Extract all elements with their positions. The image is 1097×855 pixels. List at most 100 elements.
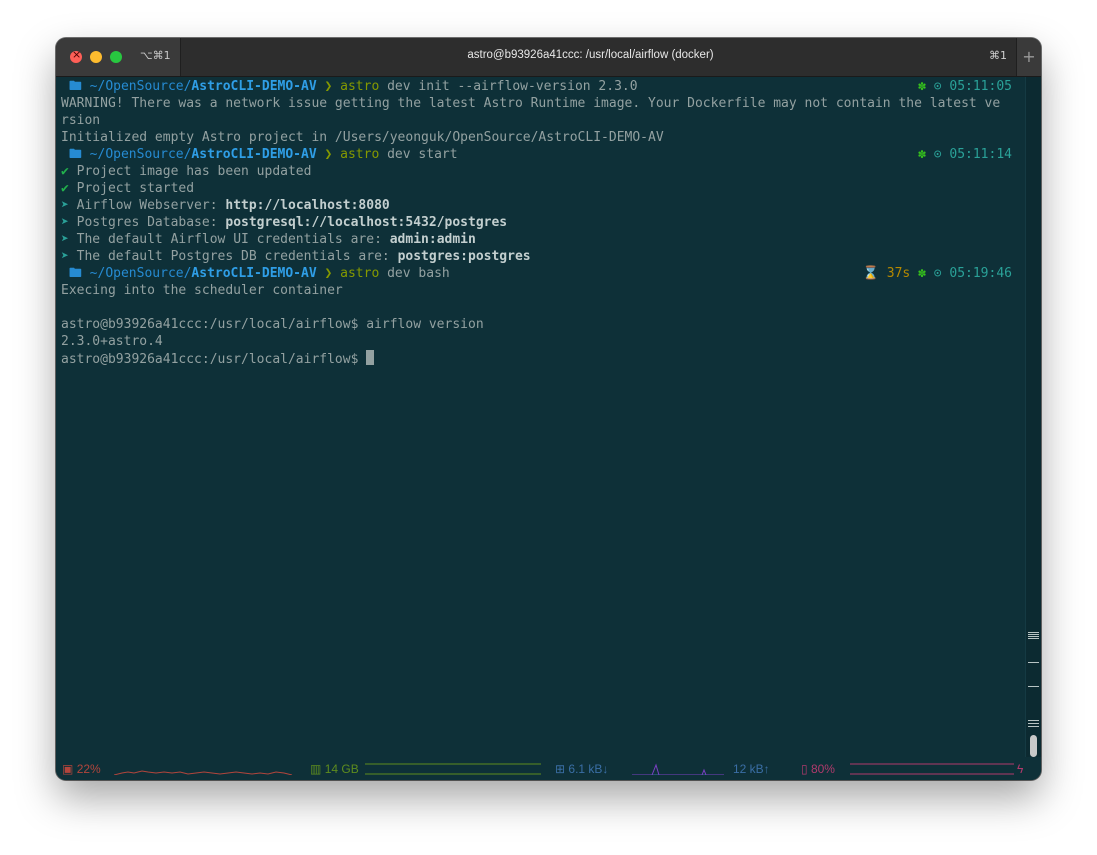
scroll-mark (1028, 686, 1039, 687)
clock-icon: ⊙ (933, 79, 942, 94)
cpu-icon: ▣ (62, 762, 74, 776)
folder-icon: 🖿 (68, 147, 82, 162)
prompt-arrow: ❯ (324, 147, 333, 162)
scroll-mark (1028, 638, 1039, 639)
output-text: Airflow Webserver: (76, 198, 226, 213)
scroll-mark (1028, 662, 1039, 663)
scrollbar-thumb[interactable] (1030, 735, 1037, 757)
clock-icon: ⊙ (933, 266, 942, 281)
status-bar: ▣ 22% ▥ 14 GB ⊞ 6.1 kB↓ 12 kB↑ ▯ 80% ϟ (56, 758, 1041, 780)
net-down: 6.1 kB↓ (568, 762, 609, 776)
folder-icon: 🖿 (68, 266, 82, 281)
command-tool: astro (340, 79, 380, 94)
ram-indicator: ▥ 14 GB (310, 762, 359, 776)
chevron-right-icon: ➤ (61, 232, 69, 247)
output-line: ✔ Project started (61, 180, 194, 197)
output-text: Postgres Database: (76, 215, 226, 230)
output-text: Project started (76, 181, 195, 196)
command-args: dev init --airflow-version 2.3.0 (379, 79, 638, 94)
battery-icon: ▯ (801, 762, 808, 776)
terminal-window: ⌥⌘1 astro@b93926a41ccc: /usr/local/airfl… (56, 38, 1041, 780)
command-args: dev bash (379, 266, 450, 281)
chevron-right-icon: ➤ (61, 249, 69, 264)
right-prompt-2: ✽ ⊙ 05:11:14 (918, 146, 1012, 163)
check-icon: ✔ (61, 181, 69, 196)
right-prompt-1: ✽ ⊙ 05:11:05 (918, 78, 1012, 95)
command-tool: astro (340, 266, 380, 281)
prompt-line-3: 🖿 ~/OpenSource/AstroCLI-DEMO-AV ❯ astro … (61, 265, 450, 282)
shell-prompt: astro@b93926a41ccc:/usr/local/airflow$ (61, 352, 367, 367)
tab-inactive[interactable]: ⌥⌘1 (56, 38, 181, 76)
output-value: admin:admin (389, 232, 476, 247)
close-button[interactable] (70, 48, 82, 63)
status-ok-icon: ✽ (918, 147, 926, 162)
tab-shortcut-label: ⌥⌘1 (140, 49, 171, 62)
output-line: WARNING! There was a network issue getti… (61, 96, 1001, 111)
active-tab-shortcut: ⌘1 (989, 49, 1007, 62)
output-text: Project image has been updated (76, 164, 312, 179)
prompt-line-2: 🖿 ~/OpenSource/AstroCLI-DEMO-AV ❯ astro … (61, 146, 458, 163)
output-line: ➤ The default Postgres DB credentials ar… (61, 248, 531, 265)
output-text: The default Airflow UI credentials are: (76, 232, 390, 247)
battery-bar (850, 763, 1014, 775)
status-ok-icon: ✽ (918, 266, 926, 281)
output-line: ✔ Project image has been updated (61, 163, 311, 180)
hourglass-icon: ⌛ (862, 266, 879, 281)
output-line: 2.3.0+astro.4 (61, 334, 163, 349)
cpu-sparkline (114, 770, 293, 775)
scroll-mark (1028, 636, 1039, 637)
cpu-indicator: ▣ 22% (62, 762, 101, 776)
cpu-usage: 22% (76, 762, 101, 776)
command-args: dev start (379, 147, 458, 162)
network-icon: ⊞ (555, 762, 566, 776)
scrollbar[interactable] (1025, 77, 1041, 757)
chevron-right-icon: ➤ (61, 215, 69, 230)
duration: 37s (886, 266, 911, 281)
path-prefix: ~/OpenSource/ (89, 266, 192, 281)
path-prefix: ~/OpenSource/ (89, 79, 192, 94)
output-line: ➤ Postgres Database: postgresql://localh… (61, 214, 507, 231)
check-icon: ✔ (61, 164, 69, 179)
path-dir: AstroCLI-DEMO-AV (191, 147, 317, 162)
network-indicator: ⊞ 6.1 kB↓ (555, 762, 608, 776)
timestamp: 05:11:14 (949, 147, 1012, 162)
path-dir: AstroCLI-DEMO-AV (191, 266, 317, 281)
shell-prompt-line[interactable]: astro@b93926a41ccc:/usr/local/airflow$ (61, 350, 375, 367)
status-ok-icon: ✽ (918, 79, 926, 94)
prompt-arrow: ❯ (324, 79, 333, 94)
right-prompt-3: ⌛ 37s ✽ ⊙ 05:19:46 (863, 265, 1012, 282)
output-value: postgresql://localhost:5432/postgres (225, 215, 508, 230)
output-line: astro@b93926a41ccc:/usr/local/airflow$ a… (61, 317, 484, 332)
output-value: postgres:postgres (397, 249, 531, 264)
command-tool: astro (340, 147, 380, 162)
timestamp: 05:19:46 (949, 266, 1012, 281)
zoom-button[interactable] (110, 51, 122, 63)
battery-indicator: ▯ 80% (801, 762, 835, 776)
chevron-right-icon: ➤ (61, 198, 69, 213)
title-bar: ⌥⌘1 astro@b93926a41ccc: /usr/local/airfl… (56, 38, 1041, 77)
new-tab-button[interactable]: + (1016, 38, 1041, 76)
scroll-mark (1028, 720, 1039, 721)
output-line: Execing into the scheduler container (61, 283, 343, 298)
charging-icon: ϟ (1017, 762, 1024, 776)
clock-icon: ⊙ (933, 147, 942, 162)
output-line: ➤ The default Airflow UI credentials are… (61, 231, 476, 248)
scroll-mark (1028, 632, 1039, 633)
network-graph (632, 763, 724, 775)
minimize-button[interactable] (90, 51, 102, 63)
output-line: rsion (61, 113, 101, 128)
prompt-arrow: ❯ (324, 266, 333, 281)
window-title: astro@b93926a41ccc: /usr/local/airflow (… (467, 49, 714, 61)
scroll-mark (1028, 726, 1039, 727)
net-up: 12 kB↑ (733, 762, 770, 776)
battery-level: 80% (810, 762, 835, 776)
output-text: The default Postgres DB credentials are: (76, 249, 398, 264)
scroll-mark (1028, 723, 1039, 724)
text-cursor (366, 350, 375, 365)
folder-icon: 🖿 (68, 79, 82, 94)
timestamp: 05:11:05 (949, 79, 1012, 94)
ram-usage: 14 GB (324, 762, 359, 776)
output-line: ➤ Airflow Webserver: http://localhost:80… (61, 197, 390, 214)
terminal-output[interactable]: 🖿 ~/OpenSource/AstroCLI-DEMO-AV ❯ astro … (56, 77, 1026, 757)
path-dir: AstroCLI-DEMO-AV (191, 79, 317, 94)
